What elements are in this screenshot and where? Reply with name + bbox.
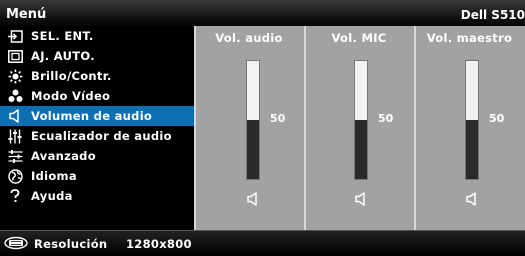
- menu-title: Menú: [6, 7, 47, 22]
- speaker-icon: [466, 191, 478, 206]
- volume-column-audio: Vol. audio 50: [194, 26, 304, 230]
- status-bar: Resolución 1280x800: [0, 230, 525, 256]
- input-select-icon: [7, 28, 23, 44]
- help-icon: [7, 188, 23, 204]
- menu-item-language[interactable]: Idioma: [0, 166, 194, 186]
- volume-slider-audio[interactable]: [246, 60, 260, 180]
- menu-item-label: SEL. ENT.: [31, 29, 94, 43]
- volume-title: Vol. MIC: [331, 31, 387, 45]
- resolution-label: Resolución: [34, 237, 108, 251]
- volume-panel: Vol. audio 50 Vol. MIC 50 Vol. maestro 5…: [194, 26, 525, 230]
- brightness-icon: [7, 68, 23, 84]
- model-name: Dell S510: [460, 8, 525, 22]
- menu-item-brightness[interactable]: Brillo/Contr.: [0, 66, 194, 86]
- speaker-icon: [247, 191, 259, 206]
- main-menu: SEL. ENT. AJ. AUTO. Brillo/Contr. Modo V…: [0, 26, 194, 230]
- column-divider: [304, 26, 306, 230]
- volume-column-master: Vol. maestro 50: [414, 26, 525, 230]
- menu-item-audio-volume[interactable]: Volumen de audio: [0, 106, 194, 126]
- column-divider: [194, 26, 196, 230]
- volume-slider-fill: [466, 120, 478, 179]
- menu-item-label: Modo Vídeo: [31, 89, 111, 103]
- column-divider: [414, 26, 416, 230]
- volume-value: 50: [270, 112, 286, 125]
- auto-adjust-icon: [7, 48, 23, 64]
- menu-item-label: Brillo/Contr.: [31, 69, 112, 83]
- resolution-value: 1280x800: [126, 237, 192, 251]
- resolution-icon: [4, 236, 28, 250]
- menu-item-input-select[interactable]: SEL. ENT.: [0, 26, 194, 46]
- volume-value: 50: [378, 112, 394, 125]
- volume-title: Vol. audio: [215, 31, 283, 45]
- volume-title: Vol. maestro: [426, 31, 513, 45]
- menu-item-advanced[interactable]: Avanzado: [0, 146, 194, 166]
- menu-item-video-mode[interactable]: Modo Vídeo: [0, 86, 194, 106]
- globe-icon: [7, 168, 23, 184]
- equalizer-icon: [7, 128, 23, 144]
- menu-item-label: AJ. AUTO.: [31, 49, 95, 63]
- volume-slider-master[interactable]: [465, 60, 479, 180]
- menu-item-audio-equalizer[interactable]: Ecualizador de audio: [0, 126, 194, 146]
- volume-column-mic: Vol. MIC 50: [304, 26, 414, 230]
- speaker-icon: [7, 108, 23, 124]
- volume-slider-fill: [247, 120, 259, 179]
- volume-value: 50: [489, 112, 505, 125]
- menu-item-label: Avanzado: [31, 149, 96, 163]
- menu-item-auto-adjust[interactable]: AJ. AUTO.: [0, 46, 194, 66]
- advanced-icon: [7, 148, 23, 164]
- volume-slider-fill: [355, 120, 367, 179]
- video-mode-icon: [7, 88, 23, 104]
- speaker-icon: [355, 191, 367, 206]
- menu-item-label: Ayuda: [31, 189, 73, 203]
- menu-item-label: Idioma: [31, 169, 77, 183]
- projector-osd-menu: Menú Dell S510 SEL. ENT. AJ. AUTO. Brill…: [0, 0, 525, 256]
- menu-item-label: Ecualizador de audio: [31, 129, 172, 143]
- menu-item-help[interactable]: Ayuda: [0, 186, 194, 206]
- volume-slider-mic[interactable]: [354, 60, 368, 180]
- menu-item-label: Volumen de audio: [31, 109, 153, 123]
